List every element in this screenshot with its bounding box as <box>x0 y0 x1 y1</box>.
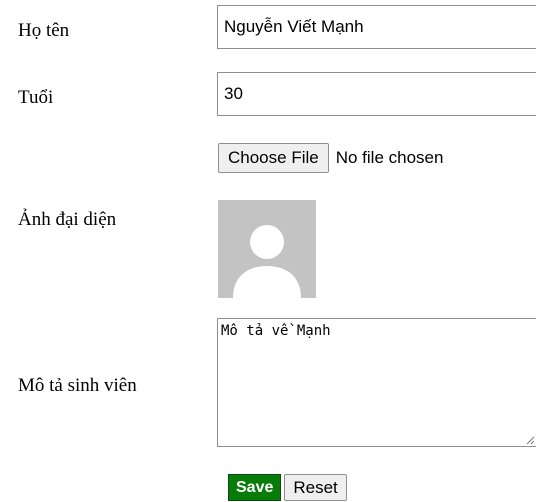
resize-handle-icon[interactable] <box>526 436 535 445</box>
default-user-avatar-icon <box>233 225 301 298</box>
avatar-label: Ảnh đại diện <box>18 209 117 230</box>
description-label: Mô tả sinh viên <box>18 375 137 396</box>
file-status-text: No file chosen <box>335 148 444 167</box>
choose-file-button[interactable]: Choose File <box>218 143 329 173</box>
reset-button[interactable]: Reset <box>284 474 347 501</box>
name-input[interactable] <box>217 5 536 49</box>
save-button[interactable]: Save <box>228 474 282 501</box>
age-label: Tuổi <box>18 87 54 108</box>
avatar <box>218 200 316 298</box>
name-label: Họ tên <box>18 20 70 41</box>
description-textarea[interactable]: Mô tả về Mạnh <box>217 318 536 447</box>
file-input: Choose File No file chosen <box>218 143 443 173</box>
age-input[interactable] <box>217 72 536 116</box>
form-actions: Save Reset <box>228 474 347 501</box>
